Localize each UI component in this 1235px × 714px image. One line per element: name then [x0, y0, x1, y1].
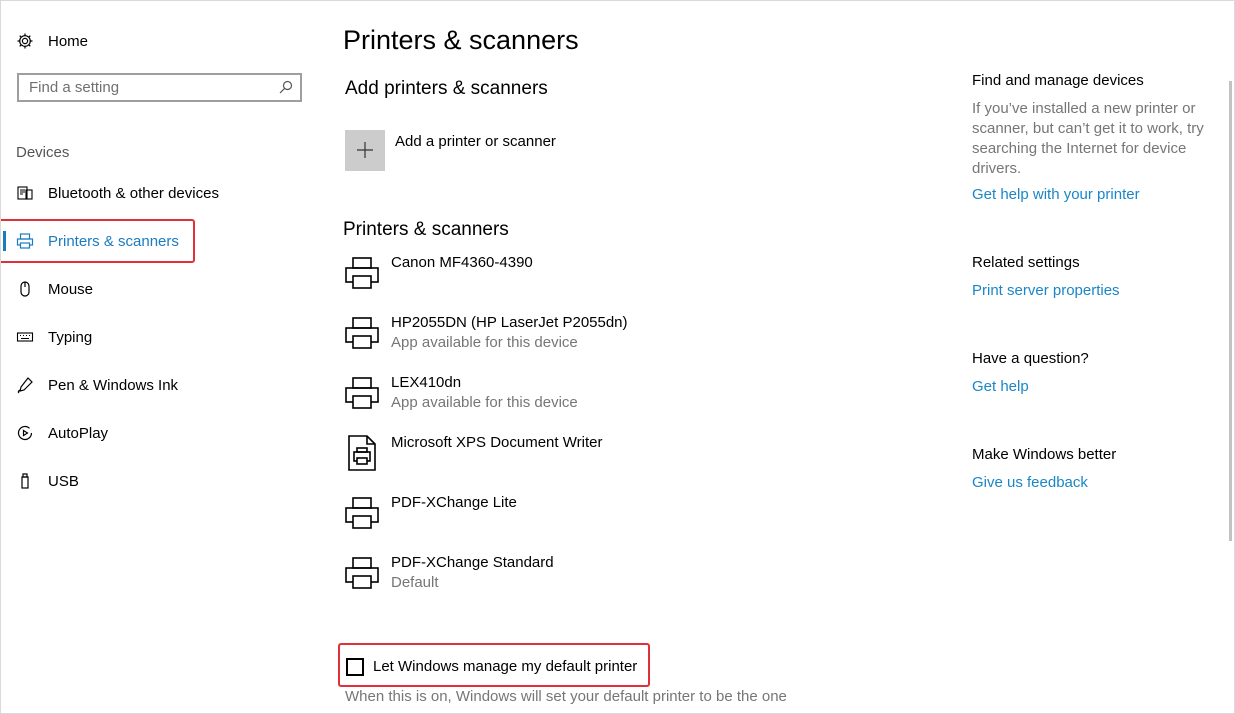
add-tile — [345, 130, 385, 171]
manage-default-printer-checkbox[interactable] — [346, 658, 364, 676]
sidebar-item-autoplay[interactable]: AutoPlay — [1, 413, 301, 453]
search-icon[interactable] — [278, 79, 294, 100]
home-label: Home — [48, 32, 89, 50]
sidebar-item-label: Mouse — [48, 280, 94, 298]
printer-icon — [345, 257, 379, 289]
add-printer-button[interactable]: Add a printer or scanner — [345, 130, 645, 171]
sidebar-item-label: Pen & Windows Ink — [48, 376, 179, 394]
printer-name: Microsoft XPS Document Writer — [391, 434, 603, 451]
printer-item[interactable]: PDF-XChange Standard Default — [343, 554, 743, 610]
printer-icon — [345, 317, 379, 349]
printer-subtext: App available for this device — [391, 334, 578, 351]
gear-icon — [15, 31, 35, 51]
printer-item[interactable]: PDF-XChange Lite — [343, 494, 743, 550]
search-input[interactable] — [19, 75, 279, 100]
manage-default-printer-label: Let Windows manage my default printer — [373, 658, 638, 675]
sidebar-item-pen[interactable]: Pen & Windows Ink — [1, 365, 301, 405]
printer-subtext: App available for this device — [391, 394, 578, 411]
printer-icon — [345, 377, 379, 409]
printer-name: HP2055DN (HP LaserJet P2055dn) — [391, 314, 628, 331]
add-printer-label: Add a printer or scanner — [395, 133, 556, 150]
printer-item[interactable]: HP2055DN (HP LaserJet P2055dn) App avail… — [343, 314, 743, 370]
printers-highlight-box — [1, 219, 195, 263]
printer-item[interactable]: Microsoft XPS Document Writer — [343, 434, 743, 490]
xps-document-icon — [348, 435, 376, 471]
sidebar-item-label: Bluetooth & other devices — [48, 184, 219, 202]
printer-name: Canon MF4360-4390 — [391, 254, 533, 271]
manage-default-printer-checkbox-row[interactable]: Let Windows manage my default printer — [346, 657, 646, 679]
sidebar-item-label: USB — [48, 472, 79, 490]
find-devices-text: If you’ve installed a new printer or sca… — [972, 100, 1204, 177]
bluetooth-devices-icon — [15, 183, 35, 203]
find-devices-heading: Find and manage devices — [972, 72, 1144, 89]
printer-item[interactable]: LEX410dn App available for this device — [343, 374, 743, 430]
printer-item[interactable]: Canon MF4360-4390 — [343, 254, 743, 310]
home-nav-item[interactable]: Home — [1, 21, 301, 61]
usb-icon — [15, 471, 35, 491]
mouse-icon — [15, 279, 35, 299]
printers-list-title: Printers & scanners — [343, 219, 509, 240]
get-help-link[interactable]: Get help — [972, 378, 1029, 395]
printer-subtext: Default — [391, 574, 439, 591]
sidebar-item-usb[interactable]: USB — [1, 461, 301, 501]
printer-icon — [345, 497, 379, 529]
keyboard-icon — [15, 327, 35, 347]
give-feedback-link[interactable]: Give us feedback — [972, 474, 1088, 491]
add-section-title: Add printers & scanners — [345, 78, 548, 99]
sidebar-item-bluetooth[interactable]: Bluetooth & other devices — [1, 173, 301, 213]
printer-icon — [345, 557, 379, 589]
vertical-scrollbar[interactable] — [1229, 81, 1232, 541]
pen-icon — [15, 375, 35, 395]
sidebar-item-label: Typing — [48, 328, 93, 346]
sidebar-item-label: AutoPlay — [48, 424, 109, 442]
related-settings-heading: Related settings — [972, 254, 1080, 271]
printer-name: PDF-XChange Lite — [391, 494, 517, 511]
autoplay-icon — [15, 423, 35, 443]
printer-name: PDF-XChange Standard — [391, 554, 554, 571]
page-title: Printers & scanners — [343, 25, 579, 55]
make-windows-better-heading: Make Windows better — [972, 446, 1117, 463]
plus-icon — [357, 142, 373, 158]
search-box[interactable] — [17, 73, 302, 102]
sidebar-item-typing[interactable]: Typing — [1, 317, 301, 357]
get-help-printer-link[interactable]: Get help with your printer — [972, 186, 1140, 203]
question-heading: Have a question? — [972, 350, 1089, 367]
settings-window: Home Devices Bluetooth & other devices P… — [0, 0, 1235, 714]
sidebar-item-mouse[interactable]: Mouse — [1, 269, 301, 309]
print-server-properties-link[interactable]: Print server properties — [972, 282, 1120, 299]
printer-name: LEX410dn — [391, 374, 462, 391]
devices-section-label: Devices — [16, 144, 70, 161]
default-printer-description: When this is on, Windows will set your d… — [345, 688, 787, 705]
